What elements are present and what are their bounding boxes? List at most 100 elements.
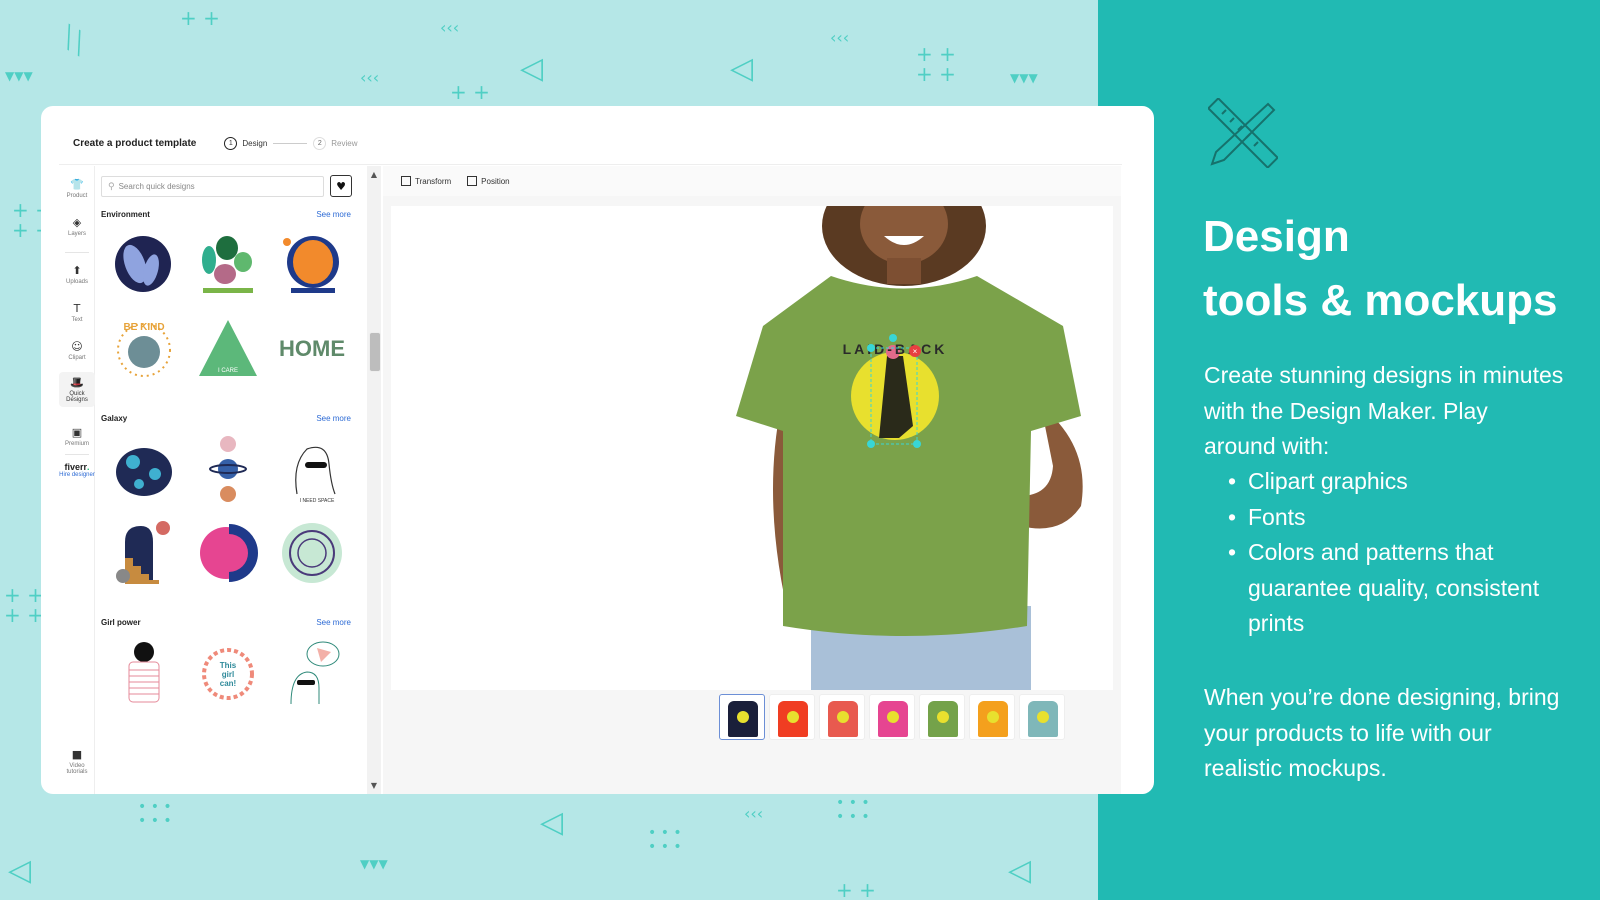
promo-closing: When you’re done designing, bring your p… xyxy=(1204,684,1560,781)
scroll-down-arrow-icon[interactable]: ▼ xyxy=(367,781,381,790)
design-tile-you-are-my-universe[interactable] xyxy=(277,518,347,588)
design-tile-pizza-dreams[interactable] xyxy=(277,638,347,708)
triangle-outline-decoration: ◁ xyxy=(540,805,564,840)
step-number: 1 xyxy=(224,136,238,150)
design-maker-window: Create a product template 1 Design 2 Rev… xyxy=(41,106,1154,794)
variant-design-dot xyxy=(987,711,999,723)
variant-design-dot xyxy=(787,711,799,723)
svg-text:This: This xyxy=(220,661,237,670)
canvas-toolbar: Transform Position xyxy=(383,166,1121,196)
plus-decoration: + + + + xyxy=(4,583,44,627)
color-variant-navy[interactable] xyxy=(719,694,765,740)
promo-headline: Design tools & mockups xyxy=(1203,205,1558,333)
text-icon: T xyxy=(73,302,81,315)
step-label: Review xyxy=(331,138,358,148)
rail-label: Clipart xyxy=(68,355,86,361)
hire-designer-link[interactable]: Hire designer xyxy=(59,472,95,478)
scroll-thumb[interactable] xyxy=(369,332,381,372)
step-design[interactable]: 1 Design xyxy=(224,136,267,150)
rail-item-video-tutorials[interactable]: ■ Video tutorials xyxy=(59,748,95,775)
rail-item-quick-designs[interactable]: 🎩 Quick Designs xyxy=(59,372,95,407)
rail-item-clipart[interactable]: ☺ Clipart xyxy=(59,340,95,361)
category-header: Galaxy See more xyxy=(101,414,351,423)
rail-label: Quick Designs xyxy=(66,391,88,403)
mockup-stage[interactable]: LAID-BACK × xyxy=(391,206,1113,690)
position-button[interactable]: Position xyxy=(467,176,510,186)
design-tile-be-kind[interactable]: BE KIND xyxy=(109,314,179,384)
category-header: Girl power See more xyxy=(101,618,351,627)
tshirt-mockup: LAID-BACK × xyxy=(736,206,1083,690)
design-tile-pink-planet[interactable] xyxy=(193,518,263,588)
svg-text:girl: girl xyxy=(222,670,234,679)
rail-label: Text xyxy=(71,317,83,323)
category-name: Girl power xyxy=(101,618,141,627)
design-tile-plant-trees[interactable] xyxy=(193,230,263,300)
variant-design-dot xyxy=(737,711,749,723)
rail-item-text[interactable]: T Text xyxy=(59,302,95,323)
design-tile-space-monsters[interactable] xyxy=(109,434,179,504)
design-tile-this-girl-can[interactable]: Thisgirlcan! xyxy=(193,638,263,708)
plus-decoration: + + + + xyxy=(916,42,956,86)
transform-button[interactable]: Transform xyxy=(401,176,451,186)
heart-icon: ♥ xyxy=(336,179,346,193)
design-tile-planets[interactable] xyxy=(193,434,263,504)
rail-item-product[interactable]: 👕 Product xyxy=(59,178,95,199)
color-variant-poppy[interactable] xyxy=(769,694,815,740)
tshirt-icon: 👕 xyxy=(70,178,84,191)
resize-handle[interactable] xyxy=(867,440,875,448)
color-variant-leaf[interactable] xyxy=(919,694,965,740)
design-tile-save-wildlife[interactable] xyxy=(277,230,347,300)
chevron-decoration: ‹‹‹ xyxy=(360,68,380,87)
see-more-link[interactable]: See more xyxy=(316,414,351,423)
triangle-decoration: ▼▼▼ xyxy=(5,69,33,83)
search-input[interactable]: ⚲ Search quick designs xyxy=(101,176,324,197)
design-tile-i-need-space[interactable]: I NEED SPACE xyxy=(277,434,347,504)
chevron-decoration: ‹‹‹ xyxy=(830,28,850,47)
color-variant-heather-red[interactable] xyxy=(819,694,865,740)
svg-text:BE KIND: BE KIND xyxy=(123,322,164,333)
see-more-link[interactable]: See more xyxy=(316,210,351,219)
chevron-decoration: ‹‹‹ xyxy=(440,18,460,37)
color-variant-berry[interactable] xyxy=(869,694,915,740)
resize-handle[interactable] xyxy=(867,344,875,352)
dots-decoration: • • • • • • xyxy=(648,825,682,855)
layers-icon: ◈ xyxy=(72,216,82,229)
design-tile-striped-girl[interactable] xyxy=(109,638,179,708)
position-icon xyxy=(467,176,478,186)
triangle-outline-decoration: ◁ xyxy=(730,51,754,86)
design-tile-stairs-to-stars[interactable] xyxy=(109,518,179,588)
step-connector xyxy=(273,142,308,144)
variant-design-dot xyxy=(1037,711,1049,723)
design-tile-save-oceans[interactable] xyxy=(109,230,179,300)
plus-decoration: + + xyxy=(180,6,220,30)
design-tile-home[interactable]: HOME xyxy=(277,314,347,384)
rail-item-layers[interactable]: ◈ Layers xyxy=(59,216,95,237)
panel-scrollbar[interactable]: ▲ ▼ xyxy=(367,166,381,794)
scroll-up-arrow-icon[interactable]: ▲ xyxy=(367,170,381,179)
color-variant-heather-marmalade[interactable] xyxy=(969,694,1015,740)
color-variant-heather-blue-lagoon[interactable] xyxy=(1019,694,1065,740)
category-name: Environment xyxy=(101,210,150,219)
step-review[interactable]: 2 Review xyxy=(313,136,358,150)
rail-divider xyxy=(65,252,89,253)
feature-item: Clipart graphics xyxy=(1228,464,1558,500)
plus-decoration: + + xyxy=(450,80,490,104)
category-header: Environment See more xyxy=(101,210,351,219)
close-icon[interactable]: × xyxy=(913,347,918,356)
triangle-outline-decoration: ◁ xyxy=(8,853,32,888)
rotate-handle[interactable] xyxy=(889,334,897,342)
tool-rail: 👕 Product ◈ Layers ⬆ Uploads T Text ☺ Cl… xyxy=(59,166,95,794)
rail-item-uploads[interactable]: ⬆ Uploads xyxy=(59,264,95,285)
svg-text:can!: can! xyxy=(220,679,236,688)
design-tile-i-care[interactable]: I CARE xyxy=(193,314,263,384)
rail-item-hire-designer[interactable]: fiverr. Hire designer xyxy=(59,462,95,478)
feature-item: Colors and patterns that guarantee quali… xyxy=(1228,535,1558,642)
rail-item-premium[interactable]: ▣ Premium xyxy=(59,426,95,447)
line-decoration: ╲╲ xyxy=(57,23,91,57)
svg-text:HOME: HOME xyxy=(279,336,345,361)
favorites-button[interactable]: ♥ xyxy=(330,175,352,197)
svg-text:I CARE: I CARE xyxy=(218,368,238,374)
see-more-link[interactable]: See more xyxy=(316,618,351,627)
resize-handle[interactable] xyxy=(913,440,921,448)
rail-label: Layers xyxy=(67,231,86,237)
